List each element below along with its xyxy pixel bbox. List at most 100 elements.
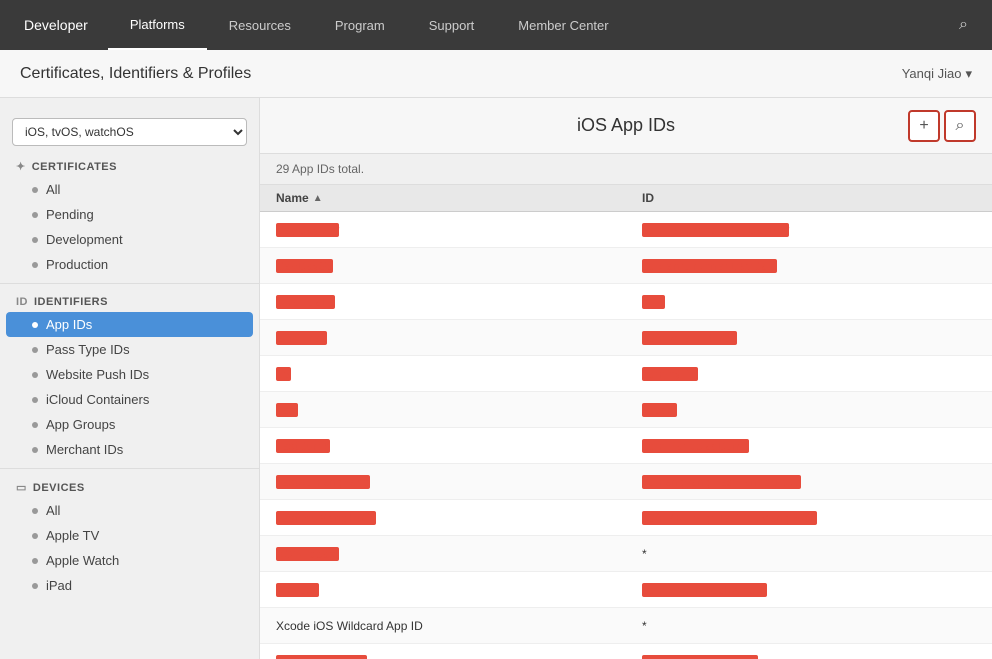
main-layout: iOS, tvOS, watchOS macOS tvOS watchOS ✦ … bbox=[0, 98, 992, 659]
column-name[interactable]: Name ▲ bbox=[260, 191, 626, 205]
table-row[interactable]: DayDayBuycom.jiangrongji.DayDayBuy bbox=[260, 212, 992, 248]
cell-name: TestDump bbox=[260, 439, 626, 453]
sidebar-item-development[interactable]: Development bbox=[0, 227, 259, 252]
identifiers-section-label: Identifiers bbox=[34, 296, 108, 308]
platform-select[interactable]: iOS, tvOS, watchOS macOS tvOS watchOS bbox=[12, 118, 247, 146]
sidebar-item-pending[interactable]: Pending bbox=[0, 202, 259, 227]
devices-section-header: ▭ Devices bbox=[0, 475, 259, 498]
sidebar-label: iPad bbox=[46, 578, 72, 593]
dot-icon bbox=[32, 187, 38, 193]
nav-item-resources[interactable]: Resources bbox=[207, 0, 313, 50]
dot-icon bbox=[32, 558, 38, 564]
sidebar-label: All bbox=[46, 503, 60, 518]
sidebar-item-ipad[interactable]: iPad bbox=[0, 573, 259, 598]
chevron-down-icon: ▾ bbox=[965, 66, 972, 82]
cell-id: com.xingjin.pushXingjin bbox=[626, 583, 992, 597]
table-row[interactable]: DayDaySoco.xianruirunner.DayDa... bbox=[260, 248, 992, 284]
table-row[interactable]: Testxooshi bbox=[260, 392, 992, 428]
table-row[interactable]: TestDumpcom.PangclasDump bbox=[260, 428, 992, 464]
cell-id: com.jiangrongji.DayDayBuy bbox=[626, 223, 992, 237]
cell-name: TestYouMengPush bbox=[260, 511, 626, 525]
table-row[interactable]: Xcode iOS Wildcard App ID* bbox=[260, 608, 992, 644]
cell-id: xooshi bbox=[626, 403, 992, 417]
table-row[interactable]: ehmiFreecom.wheim.itFree bbox=[260, 320, 992, 356]
dot-icon bbox=[32, 508, 38, 514]
sidebar-item-icloud-containers[interactable]: iCloud Containers bbox=[0, 387, 259, 412]
user-menu[interactable]: Yanqi Jiao ▾ bbox=[902, 66, 972, 82]
sidebar-label: Pending bbox=[46, 207, 94, 222]
id-icon: ID bbox=[16, 296, 28, 308]
cell-name: XCWildcard bbox=[260, 547, 626, 561]
table-row[interactable]: TestYouMengPushcom.ZRJ.SignTestYouMengPu… bbox=[260, 500, 992, 536]
nav-item-support[interactable]: Support bbox=[407, 0, 497, 50]
sidebar-item-apple-watch[interactable]: Apple Watch bbox=[0, 548, 259, 573]
sidebar-label: Pass Type IDs bbox=[46, 342, 130, 357]
cell-id: com.ny.TS bbox=[626, 367, 992, 381]
cell-id: com.yq.ChangeHome bbox=[626, 655, 992, 659]
cell-id: co.xianruirunner.DayDa... bbox=[626, 259, 992, 273]
cell-id: com.wheim.itFree bbox=[626, 331, 992, 345]
cell-name: DayDayBuy bbox=[260, 223, 626, 237]
column-name-label: Name bbox=[276, 191, 309, 205]
table-header: Name ▲ ID bbox=[260, 185, 992, 212]
nav-item-program[interactable]: Program bbox=[313, 0, 407, 50]
sidebar-label: Development bbox=[46, 232, 123, 247]
sidebar-item-production[interactable]: Production bbox=[0, 252, 259, 277]
table-row[interactable]: XYPushcom.xingjin.pushXingjin bbox=[260, 572, 992, 608]
content-title: iOS App IDs bbox=[577, 115, 675, 136]
sidebar-item-pass-type-ids[interactable]: Pass Type IDs bbox=[0, 337, 259, 362]
count-text: 29 App IDs total. bbox=[276, 162, 364, 176]
table-row[interactable]: GuaGuaLeYLE bbox=[260, 284, 992, 320]
sidebar-label: Production bbox=[46, 257, 108, 272]
dot-icon bbox=[32, 533, 38, 539]
sort-arrow-icon: ▲ bbox=[313, 193, 323, 204]
cell-id: * bbox=[626, 619, 992, 633]
sidebar: iOS, tvOS, watchOS macOS tvOS watchOS ✦ … bbox=[0, 98, 260, 659]
table-row[interactable]: YQChangeHomecom.yq.ChangeHome bbox=[260, 644, 992, 659]
sidebar-label: Apple Watch bbox=[46, 553, 119, 568]
dot-icon bbox=[32, 262, 38, 268]
sidebar-item-merchant-ids[interactable]: Merchant IDs bbox=[0, 437, 259, 462]
cell-name: TS bbox=[260, 367, 626, 381]
sidebar-item-app-ids[interactable]: App IDs bbox=[6, 312, 253, 337]
device-icon: ▭ bbox=[16, 481, 27, 494]
sidebar-item-website-push-ids[interactable]: Website Push IDs bbox=[0, 362, 259, 387]
cell-id: * bbox=[626, 547, 992, 561]
cell-name: DayDaySo bbox=[260, 259, 626, 273]
apple-developer-logo[interactable]: Developer bbox=[16, 17, 88, 33]
sidebar-item-all-devices[interactable]: All bbox=[0, 498, 259, 523]
cell-id: com.PangclasDump bbox=[626, 439, 992, 453]
dot-icon bbox=[32, 583, 38, 589]
platform-dropdown[interactable]: iOS, tvOS, watchOS macOS tvOS watchOS bbox=[12, 118, 247, 146]
nav-search-icon[interactable]: ⌕ bbox=[951, 8, 976, 42]
column-id[interactable]: ID bbox=[626, 191, 992, 205]
nav-item-member-center[interactable]: Member Center bbox=[496, 0, 630, 50]
sidebar-label: App IDs bbox=[46, 317, 92, 332]
sidebar-label: iCloud Containers bbox=[46, 392, 149, 407]
user-name: Yanqi Jiao bbox=[902, 66, 962, 81]
sidebar-item-apple-tv[interactable]: Apple TV bbox=[0, 523, 259, 548]
sidebar-label: Apple TV bbox=[46, 528, 99, 543]
dot-icon bbox=[32, 447, 38, 453]
table-row[interactable]: TestXumengYangxumengyang.TestPangdu.pub bbox=[260, 464, 992, 500]
sidebar-item-all-certificates[interactable]: All bbox=[0, 177, 259, 202]
cell-id: com.ZRJ.SignTestYouMengPush bbox=[626, 511, 992, 525]
sidebar-label: Merchant IDs bbox=[46, 442, 123, 457]
certificates-section-label: Certificates bbox=[32, 161, 117, 173]
cell-id: xumengyang.TestPangdu.pub bbox=[626, 475, 992, 489]
page-title: Certificates, Identifiers & Profiles bbox=[20, 65, 251, 83]
dot-icon bbox=[32, 397, 38, 403]
sidebar-label: App Groups bbox=[46, 417, 115, 432]
sidebar-item-app-groups[interactable]: App Groups bbox=[0, 412, 259, 437]
dot-icon bbox=[32, 212, 38, 218]
table-row[interactable]: TScom.ny.TS bbox=[260, 356, 992, 392]
dot-icon bbox=[32, 347, 38, 353]
content-header: iOS App IDs + ⌕ bbox=[260, 98, 992, 154]
nav-item-platforms[interactable]: Platforms bbox=[108, 0, 207, 50]
add-button[interactable]: + bbox=[908, 110, 940, 142]
sidebar-label: All bbox=[46, 182, 60, 197]
cell-name: TestXumengYang bbox=[260, 475, 626, 489]
section-divider bbox=[0, 283, 259, 284]
search-button[interactable]: ⌕ bbox=[944, 110, 976, 142]
table-row[interactable]: XCWildcard* bbox=[260, 536, 992, 572]
